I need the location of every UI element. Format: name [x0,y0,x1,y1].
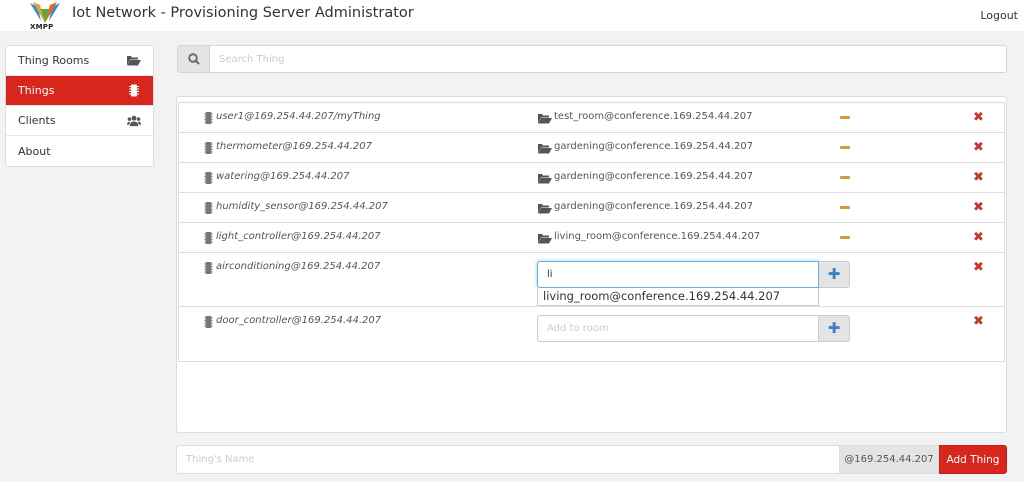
delete-thing-button[interactable]: ✖ [973,231,984,244]
delete-thing-button[interactable]: ✖ [973,315,984,328]
folder-open-icon [127,55,141,67]
table-row: thermometer@169.254.44.207 gardening@con… [179,133,1004,163]
logout-link[interactable]: Logout [980,9,1018,22]
thing-name: user1@169.254.44.207/myThing [216,111,381,122]
sidebar-nav: Thing Rooms Things Clients About [5,45,154,167]
table-row: door_controller@169.254.44.207 ✚ ✖ [179,307,1004,361]
remove-from-room-button[interactable] [840,116,850,119]
sidebar-item-label: Clients [18,114,56,127]
things-table: user1@169.254.44.207/myThing test_room@c… [178,102,1005,362]
thing-name: light_controller@169.254.44.207 [216,231,381,242]
chip-icon [204,202,213,214]
thing-name-input[interactable] [176,445,840,474]
xmpp-logo: XMPP [28,1,62,31]
folder-open-icon [538,203,552,214]
delete-thing-button[interactable]: ✖ [973,261,984,274]
add-thing-form: @169.254.44.207 Add Thing [176,445,1007,474]
sidebar-item-thing-rooms[interactable]: Thing Rooms [6,46,153,76]
folder-open-icon [538,233,552,244]
search-input[interactable] [209,45,1007,73]
delete-thing-button[interactable]: ✖ [973,201,984,214]
chip-icon [204,112,213,124]
chip-icon [204,262,213,274]
chip-icon [127,84,141,97]
remove-from-room-button[interactable] [840,206,850,209]
domain-suffix: @169.254.44.207 [840,445,939,474]
users-icon [127,115,141,127]
remove-from-room-button[interactable] [840,176,850,179]
sidebar-item-label: Thing Rooms [18,54,90,67]
remove-from-room-button[interactable] [840,146,850,149]
things-panel: user1@169.254.44.207/myThing test_room@c… [176,96,1007,433]
add-to-room-button[interactable]: ✚ [819,315,850,342]
room-name: gardening@conference.169.254.44.207 [554,171,754,182]
room-name: gardening@conference.169.254.44.207 [554,201,754,212]
chip-icon [204,142,213,154]
table-row: airconditioning@169.254.44.207 ✚ living_… [179,253,1004,307]
delete-thing-button[interactable]: ✖ [973,141,984,154]
table-row: watering@169.254.44.207 gardening@confer… [179,163,1004,193]
plus-icon: ✚ [827,319,841,337]
sidebar-item-label: About [18,144,51,158]
room-name: living_room@conference.169.254.44.207 [554,231,761,242]
add-to-room-input[interactable] [537,261,819,288]
room-suggestion[interactable]: living_room@conference.169.254.44.207 [537,288,819,306]
sidebar-item-label: Things [18,84,55,97]
logo-text: XMPP [30,23,54,31]
chip-icon [204,316,213,328]
room-name: gardening@conference.169.254.44.207 [554,141,754,152]
top-bar: XMPP Iot Network - Provisioning Server A… [0,0,1024,31]
delete-thing-button[interactable]: ✖ [973,171,984,184]
chip-icon [204,172,213,184]
add-to-room-input[interactable] [537,315,819,342]
thing-name: thermometer@169.254.44.207 [216,141,372,152]
table-row: user1@169.254.44.207/myThing test_room@c… [179,103,1004,133]
thing-name: watering@169.254.44.207 [216,171,350,182]
search-bar [177,45,1007,73]
thing-name: airconditioning@169.254.44.207 [216,261,381,272]
remove-from-room-button[interactable] [840,236,850,239]
app-title: Iot Network - Provisioning Server Admini… [72,5,414,21]
add-to-room-button[interactable]: ✚ [819,261,850,288]
add-thing-button[interactable]: Add Thing [939,445,1007,474]
thing-name: door_controller@169.254.44.207 [216,315,382,326]
sidebar-item-clients[interactable]: Clients [6,106,153,136]
table-row: humidity_sensor@169.254.44.207 gardening… [179,193,1004,223]
chip-icon [204,232,213,244]
sidebar-item-about[interactable]: About [6,136,153,166]
table-row: light_controller@169.254.44.207 living_r… [179,223,1004,253]
folder-open-icon [538,143,552,154]
room-name: test_room@conference.169.254.44.207 [554,111,753,122]
sidebar-item-things[interactable]: Things [6,76,153,106]
delete-thing-button[interactable]: ✖ [973,111,984,124]
search-icon [177,45,209,73]
plus-icon: ✚ [827,265,841,283]
folder-open-icon [538,113,552,124]
thing-name: humidity_sensor@169.254.44.207 [216,201,388,212]
folder-open-icon [538,173,552,184]
